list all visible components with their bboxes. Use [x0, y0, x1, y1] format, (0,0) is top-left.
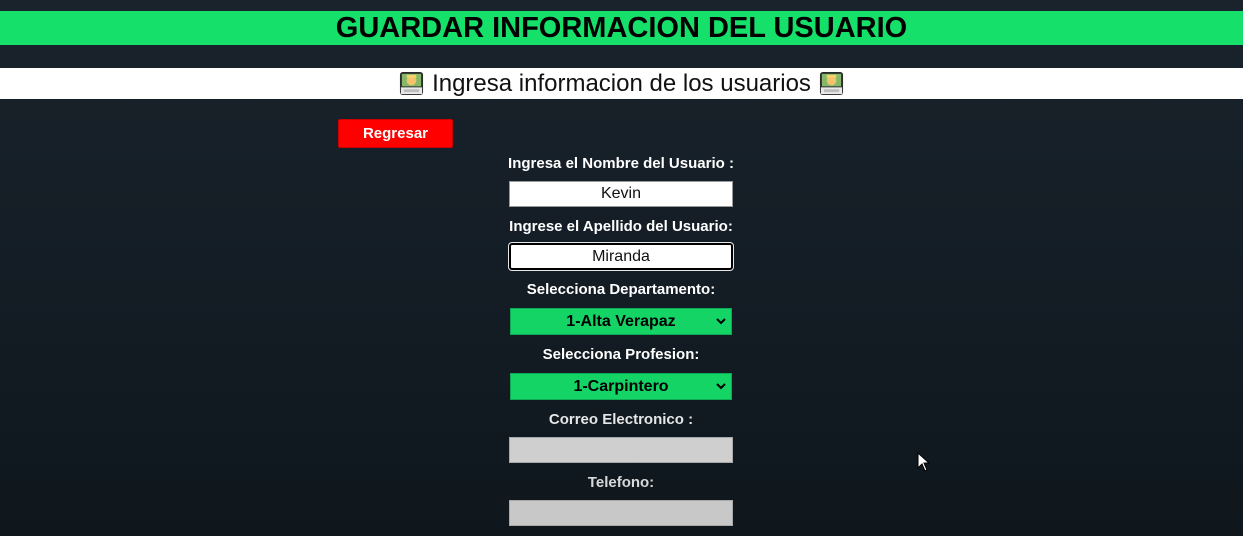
first-name-input[interactable] — [509, 181, 733, 207]
email-input[interactable] — [509, 437, 733, 463]
department-label: Selecciona Departamento: — [526, 281, 716, 298]
back-button[interactable]: Regresar — [338, 119, 453, 148]
first-name-label: Ingresa el Nombre del Usuario : — [508, 155, 734, 172]
phone-input[interactable] — [509, 500, 733, 526]
mouse-cursor-icon — [917, 452, 931, 472]
technologist-emoji-icon — [819, 71, 843, 96]
last-name-input[interactable] — [509, 243, 733, 270]
phone-label: Telefono: — [587, 474, 655, 491]
technologist-emoji-icon — [400, 71, 424, 96]
email-label: Correo Electronico : — [548, 411, 694, 428]
department-selected-value: 1-Alta Verapaz — [566, 313, 676, 330]
last-name-label: Ingrese el Apellido del Usuario: — [509, 218, 733, 235]
page-subtitle: Ingresa informacion de los usuarios — [432, 70, 811, 97]
department-select[interactable]: 1-Alta Verapaz — [510, 308, 732, 335]
chevron-down-icon — [716, 318, 726, 325]
subtitle-banner: Ingresa informacion de los usuarios — [0, 68, 1243, 99]
profession-label: Selecciona Profesion: — [542, 346, 700, 363]
profession-selected-value: 1-Carpintero — [573, 378, 669, 395]
header-banner: GUARDAR INFORMACION DEL USUARIO — [0, 11, 1243, 45]
chevron-down-icon — [716, 383, 726, 390]
profession-select[interactable]: 1-Carpintero — [510, 373, 732, 400]
page-title: GUARDAR INFORMACION DEL USUARIO — [335, 12, 908, 44]
